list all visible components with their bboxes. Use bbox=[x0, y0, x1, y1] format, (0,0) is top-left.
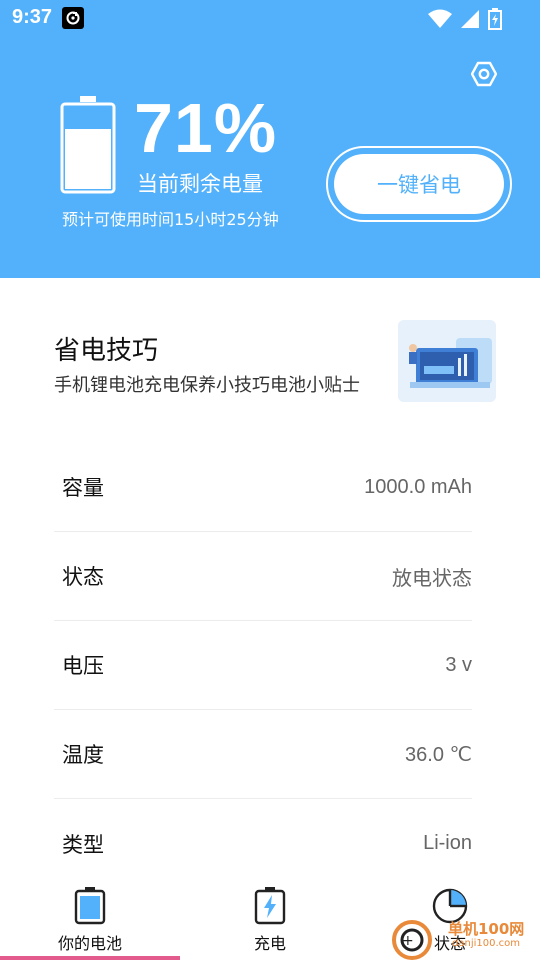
tab-charging[interactable]: 充电 bbox=[180, 880, 360, 960]
info-row-voltage: 电压 3 v bbox=[54, 621, 472, 710]
svg-text:+: + bbox=[402, 933, 414, 949]
info-label: 状态 bbox=[62, 565, 104, 589]
settings-icon[interactable] bbox=[470, 60, 498, 88]
info-label: 温度 bbox=[62, 743, 104, 767]
battery-fill bbox=[65, 129, 111, 189]
tips-thumbnail[interactable] bbox=[398, 320, 496, 402]
status-bar: 9:37 bbox=[0, 0, 540, 36]
tab-your-battery[interactable]: 你的电池 bbox=[0, 880, 180, 960]
watermark-text: 单机100网 bbox=[448, 920, 525, 938]
battery-level-icon bbox=[60, 96, 116, 194]
save-power-button-ring: 一键省电 bbox=[326, 146, 512, 222]
battery-info-list: 容量 1000.0 mAh 状态 放电状态 电压 3 v 温度 36.0 ℃ 类… bbox=[54, 443, 472, 888]
status-icons bbox=[428, 8, 502, 34]
status-battery-icon bbox=[488, 8, 502, 34]
watermark-url: danji100.com bbox=[452, 938, 520, 949]
info-row-capacity: 容量 1000.0 mAh bbox=[54, 443, 472, 532]
wifi-icon bbox=[428, 9, 452, 33]
info-label: 电压 bbox=[62, 654, 104, 678]
info-value: 36.0 ℃ bbox=[405, 743, 472, 766]
info-value: 3 v bbox=[445, 653, 472, 676]
info-value: 1000.0 mAh bbox=[364, 475, 472, 498]
active-tab-indicator bbox=[0, 956, 180, 960]
info-label: 类型 bbox=[62, 832, 104, 857]
charging-icon bbox=[250, 886, 290, 926]
save-power-button[interactable]: 一键省电 bbox=[334, 154, 504, 214]
info-row-temperature: 温度 36.0 ℃ bbox=[54, 710, 472, 799]
info-value: 放电状态 bbox=[392, 567, 472, 590]
tips-title[interactable]: 省电技巧 bbox=[54, 330, 158, 367]
app-notification-icon bbox=[62, 7, 84, 29]
status-time: 9:37 bbox=[12, 6, 53, 28]
info-row-type: 类型 Li-ion bbox=[54, 799, 472, 888]
battery-header: 9:37 71% 当前剩余电量 预计可使用时间15小时25分钟 一键省电 bbox=[0, 0, 540, 278]
estimated-usage-time: 预计可使用时间15小时25分钟 bbox=[62, 210, 279, 229]
tips-subtitle[interactable]: 手机锂电池充电保养小技巧电池小贴士 bbox=[54, 371, 394, 397]
tab-label: 充电 bbox=[253, 934, 286, 953]
info-value: Li-ion bbox=[423, 832, 472, 854]
info-row-status: 状态 放电状态 bbox=[54, 532, 472, 621]
battery-percent: 71% bbox=[134, 89, 278, 167]
remaining-label: 当前剩余电量 bbox=[137, 172, 263, 196]
info-label: 容量 bbox=[62, 476, 104, 500]
battery-icon bbox=[70, 886, 110, 926]
tab-label: 你的电池 bbox=[57, 934, 122, 953]
signal-icon bbox=[460, 9, 480, 33]
